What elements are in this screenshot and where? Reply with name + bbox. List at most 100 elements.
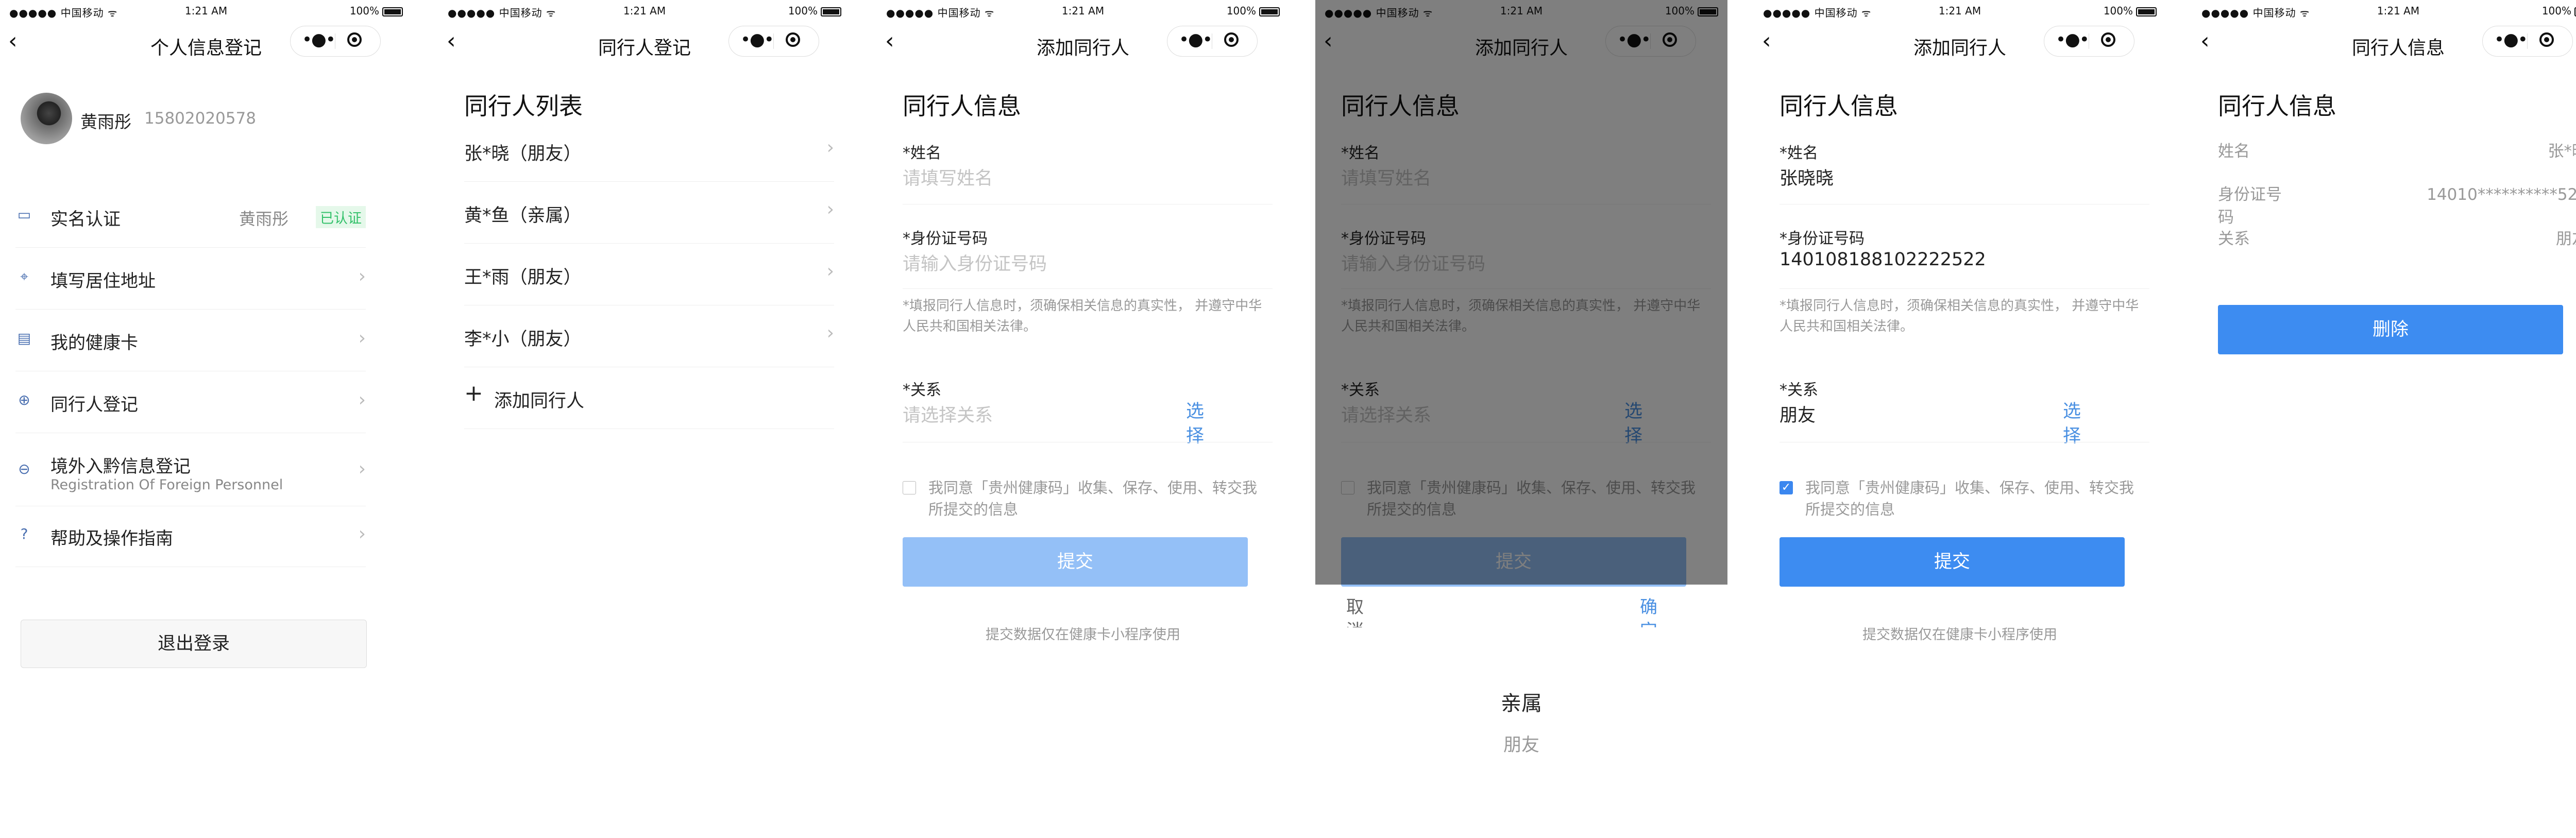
submit-button[interactable]: 提交	[1780, 537, 2125, 587]
screen-add-companion-filled: ●●●●● 中国移动 ᯤ 1:21 AM 100% ‹ 添加同行人 •●• 同行…	[1754, 0, 2166, 838]
foreign-entry-icon: ⊖	[18, 460, 30, 477]
add-companion-label: 添加同行人	[494, 391, 585, 412]
chevron-right-icon: ›	[826, 261, 834, 282]
battery-percent: 100%	[1226, 5, 1256, 17]
chevron-right-icon: ›	[358, 328, 366, 349]
menu-item-label: 我的健康卡	[50, 333, 138, 353]
agreement-text: 我同意「贵州健康码」收集、保存、使用、转交我所提交的信息	[1805, 479, 2134, 518]
menu-item-companions[interactable]: ⊕ 同行人登记 ›	[15, 372, 366, 433]
truthfulness-notice: *填报同行人信息时，须确保相关信息的真实性， 并遵守中华人民共和国相关法律。	[1780, 298, 2139, 334]
detail-value: 张*晓	[2548, 142, 2576, 161]
screen-relation-picker: ●●●●● 中国移动 ᯤ 1:21 AM 100% ‹ 添加同行人 •●• 同行…	[1315, 0, 1727, 838]
close-target-icon[interactable]	[347, 32, 362, 47]
battery-indicator: 100%	[1227, 5, 1280, 17]
status-bar: ●●●●● 中国移动 ᯤ 1:21 AM 100%	[1754, 0, 2166, 23]
status-bar: ●●●●● 中国移动 ᯤ 1:21 AM 100%	[0, 0, 412, 23]
detail-key: 关系	[2218, 230, 2250, 248]
name-input[interactable]: 请填写姓名	[903, 164, 993, 190]
chevron-right-icon: ›	[358, 389, 366, 411]
more-dots-icon[interactable]: •●•	[2494, 29, 2528, 50]
battery-icon	[821, 7, 841, 16]
close-target-icon[interactable]	[2539, 32, 2554, 47]
user-name: 黄雨彤	[80, 112, 131, 132]
detail-value: 14010**********522	[2427, 185, 2576, 204]
health-card-icon: ▤	[17, 330, 31, 347]
companion-item[interactable]: 李*小（朋友） ›	[464, 305, 834, 367]
close-target-icon[interactable]	[1224, 32, 1239, 47]
capsule-divider	[773, 33, 774, 49]
chevron-right-icon: ›	[358, 523, 366, 544]
companion-item[interactable]: 黄*鱼（亲属） ›	[464, 181, 834, 244]
menu-item-health-card[interactable]: ▤ 我的健康卡 ›	[15, 310, 366, 371]
nav-bar: ‹ 添加同行人 •●•	[877, 23, 1289, 64]
battery-percent: 100%	[2103, 5, 2133, 17]
companion-item[interactable]: 王*雨（朋友） ›	[464, 243, 834, 305]
name-input[interactable]: 张晓晓	[1780, 164, 1834, 190]
menu-item-help[interactable]: ? 帮助及操作指南 ›	[15, 506, 366, 567]
miniprogram-capsule: •●•	[1167, 26, 1258, 57]
relation-label: *关系	[1780, 381, 1818, 399]
agreement-checkbox[interactable]	[903, 481, 916, 494]
detail-key: 身份证号码	[2218, 185, 2282, 227]
more-dots-icon[interactable]: •●•	[740, 29, 774, 50]
submit-button[interactable]: 提交	[903, 537, 1248, 587]
battery-indicator: 100%	[2542, 5, 2576, 17]
screen-companion-list: ●●●●● 中国移动 ᯤ 1:21 AM 100% ‹ 同行人登记 •●• 同行…	[438, 0, 851, 838]
location-pin-icon: ⌖	[20, 268, 28, 285]
miniprogram-capsule: •●•	[290, 26, 381, 57]
id-number-label: *身份证号码	[903, 230, 988, 248]
detail-value: 朋友	[2556, 230, 2576, 248]
menu-item-label: 同行人登记	[50, 395, 138, 415]
more-dots-icon[interactable]: •●•	[2056, 29, 2090, 50]
chevron-right-icon: ›	[358, 266, 366, 287]
nav-bar: ‹ 同行人登记 •●•	[438, 23, 851, 64]
add-companion-button[interactable]: + 添加同行人	[464, 367, 834, 429]
capsule-divider	[2527, 33, 2528, 49]
user-phone: 15802020578	[144, 109, 256, 128]
status-bar: ●●●●● 中国移动 ᯤ 1:21 AM 100%	[877, 0, 1289, 23]
nav-bar: ‹ 个人信息登记 •●•	[0, 23, 412, 64]
section-heading: 同行人信息	[1780, 92, 1898, 120]
menu-item-realname[interactable]: ▭ 实名认证 黄雨彤 已认证	[15, 186, 366, 248]
relation-input[interactable]: 朋友	[1780, 401, 1816, 427]
battery-icon	[1259, 7, 1280, 16]
section-heading: 同行人列表	[464, 92, 583, 120]
menu-item-label: 境外入黔信息登记	[50, 456, 191, 477]
id-number-input[interactable]: 140108188102222522	[1780, 249, 1986, 270]
nav-bar: ‹ 同行人信息 •●•	[2192, 23, 2576, 64]
more-dots-icon[interactable]: •●•	[302, 29, 336, 50]
close-target-icon[interactable]	[786, 32, 800, 47]
picker-cancel-button[interactable]: 取消	[1346, 595, 1367, 627]
miniprogram-capsule: •●•	[2482, 26, 2573, 57]
menu-item-address[interactable]: ⌖ 填写居住地址 ›	[15, 248, 366, 310]
modal-backdrop[interactable]	[1315, 0, 1727, 585]
footnote: 提交数据仅在健康卡小程序使用	[986, 627, 1180, 643]
relation-input[interactable]: 请选择关系	[903, 401, 993, 427]
detail-key: 姓名	[2218, 142, 2250, 161]
agreement-checkbox-checked[interactable]: ✓	[1780, 481, 1793, 494]
miniprogram-capsule: •●•	[2044, 26, 2134, 57]
companion-item[interactable]: 张*晓（朋友） ›	[464, 119, 834, 182]
chevron-right-icon: ›	[826, 322, 834, 344]
picker-option-selected[interactable]: 亲属	[1315, 687, 1727, 716]
id-number-input[interactable]: 请输入身份证号码	[903, 249, 1047, 276]
status-time: 1:21 AM	[2377, 5, 2420, 17]
menu-item-foreign-registration[interactable]: ⊖ 境外入黔信息登记 Registration Of Foreign Perso…	[15, 434, 366, 506]
choose-relation-button[interactable]: 选择	[2063, 399, 2083, 449]
add-circle-icon: ⊕	[18, 391, 30, 408]
miniprogram-capsule: •●•	[728, 26, 819, 57]
battery-percent: 100%	[788, 5, 818, 17]
screen-profile: ●●●●● 中国移动 ᯤ 1:21 AM 100% ‹ 个人信息登记 •●• 黄…	[0, 0, 412, 838]
picker-confirm-button[interactable]: 确定	[1640, 595, 1660, 627]
menu-item-label: 实名认证	[50, 209, 121, 230]
picker-option[interactable]: 朋友	[1315, 730, 1727, 757]
more-dots-icon[interactable]: •●•	[1179, 29, 1213, 50]
relation-label: *关系	[903, 381, 941, 399]
close-target-icon[interactable]	[2101, 32, 2115, 47]
choose-relation-button[interactable]: 选择	[1186, 399, 1207, 449]
avatar[interactable]	[21, 93, 72, 144]
agreement-text: 我同意「贵州健康码」收集、保存、使用、转交我所提交的信息	[928, 479, 1258, 518]
delete-button[interactable]: 删除	[2218, 305, 2563, 354]
logout-button[interactable]: 退出登录	[21, 620, 367, 668]
id-number-label: *身份证号码	[1780, 230, 1865, 248]
